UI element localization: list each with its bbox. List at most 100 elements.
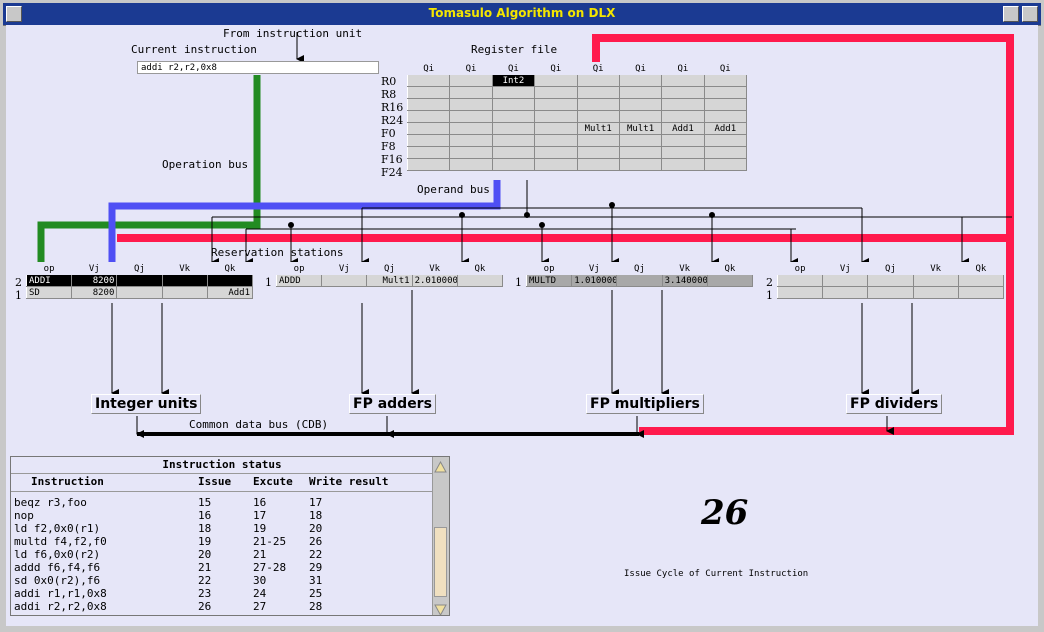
diagram-canvas: From instruction unit Current instructio…	[6, 25, 1038, 626]
register-cell	[618, 74, 663, 87]
functional-unit-label: Integer units	[91, 394, 202, 414]
status-cell: 18	[309, 509, 323, 522]
rs-header-cell: Vj	[321, 262, 368, 275]
maximize-button[interactable]	[1022, 6, 1038, 22]
rs-cell: 1.010000	[571, 274, 618, 287]
status-cell: 27-28	[253, 561, 287, 574]
register-header-qi: Qi	[449, 62, 493, 75]
register-cell	[703, 146, 748, 159]
register-row: Int2	[406, 74, 748, 87]
col-execute: Excute	[253, 475, 293, 488]
rs-cell	[456, 274, 504, 287]
title-bar[interactable]: Tomasulo Algorithm on DLX	[3, 3, 1041, 26]
rs-cell: 2.010000	[411, 274, 458, 287]
status-cell: addi r1,r1,0x8	[14, 587, 107, 600]
register-header-qi: Qi	[576, 62, 620, 75]
scroll-thumb[interactable]	[434, 527, 447, 597]
status-cell: 19	[198, 535, 212, 548]
register-cell	[406, 122, 451, 135]
rs-header-cell: Qk	[456, 262, 504, 275]
register-cell	[661, 146, 705, 159]
status-cell: 21	[198, 561, 212, 574]
register-cell	[491, 134, 536, 147]
rs-header-cell: op	[25, 262, 73, 275]
status-cell: 24	[253, 587, 267, 600]
register-cell	[534, 98, 578, 111]
minimize-button[interactable]	[1003, 6, 1019, 22]
register-cell	[534, 86, 578, 99]
rs-cell: SD	[25, 286, 73, 299]
rs-header-cell: Qk	[957, 262, 1005, 275]
rs-table: op Vj Qj Vk Qk ADDD Mult1 2.010000	[275, 262, 504, 287]
register-cell	[618, 134, 663, 147]
register-cell	[618, 110, 663, 123]
register-file-table: Qi Qi Qi Qi Qi Qi Qi Qi Int2 Mult1 Mult1 Add1 Add1	[406, 62, 748, 171]
register-cell	[661, 74, 705, 87]
functional-unit-label: FP dividers	[846, 394, 943, 414]
status-cell: 31	[309, 574, 323, 587]
instruction-status-row: addi r1,r1,0x8 23 24 25	[11, 587, 433, 600]
rs-cell	[116, 274, 163, 287]
status-cell: sd 0x0(r2),f6	[14, 574, 101, 587]
rs-index: 2	[15, 276, 22, 289]
register-cell	[406, 98, 451, 111]
rs-header-cell: op	[525, 262, 573, 275]
rs-cell	[776, 274, 824, 287]
register-header-qi: Qi	[406, 62, 451, 75]
register-name: R8	[381, 88, 397, 101]
rs-cell	[616, 274, 663, 287]
rs-cell	[957, 274, 1005, 287]
rs-index: 2	[766, 276, 773, 289]
instruction-status-panel: Instruction status Instruction Issue Exc…	[10, 456, 450, 616]
register-cell	[703, 134, 748, 147]
rs-header-cell: Qj	[616, 262, 663, 275]
register-cell	[449, 74, 493, 87]
status-cell: addi r2,r2,0x8	[14, 600, 107, 613]
register-cell	[576, 86, 620, 99]
rs-index: 1	[515, 276, 522, 289]
status-cell: 30	[253, 574, 267, 587]
rs-header-cell: Qj	[867, 262, 914, 275]
rs-cell	[867, 286, 914, 299]
rs-row: MULTD 1.010000 3.140000	[525, 274, 754, 287]
rs-row	[776, 286, 1005, 299]
status-cell: 17	[309, 496, 323, 509]
rs-cell: ADDD	[275, 274, 323, 287]
register-cell	[703, 110, 748, 123]
rs-table: op Vj Qj Vk Qk MULTD 1.010000 3.140000	[525, 262, 754, 287]
register-name: R24	[381, 114, 404, 127]
scroll-up-arrow[interactable]	[434, 458, 447, 473]
instruction-status-title: Instruction status	[11, 457, 433, 474]
register-cell	[534, 146, 578, 159]
register-cell	[576, 146, 620, 159]
register-cell	[406, 86, 451, 99]
register-cell	[534, 134, 578, 147]
register-row	[406, 134, 748, 147]
scroll-down-arrow[interactable]	[434, 601, 447, 615]
main-window: Tomasulo Algorithm on DLX From instructi…	[0, 0, 1044, 632]
register-header-qi: Qi	[661, 62, 705, 75]
register-cell	[661, 134, 705, 147]
register-cell	[449, 110, 493, 123]
register-cell	[618, 86, 663, 99]
rs-header-cell: Qj	[116, 262, 163, 275]
status-cell: 22	[198, 574, 212, 587]
current-instruction-label: Current instruction	[131, 43, 257, 56]
status-cell: 26	[309, 535, 323, 548]
rs-cell: Mult1	[366, 274, 413, 287]
register-row	[406, 110, 748, 123]
register-cell	[618, 98, 663, 111]
status-scrollbar[interactable]	[432, 457, 449, 615]
rs-header-cell: Vj	[822, 262, 869, 275]
register-row	[406, 158, 748, 171]
rs-cell: Add1	[206, 286, 254, 299]
rs-cell	[776, 286, 824, 299]
register-cell	[534, 110, 578, 123]
rs-header-cell: Qj	[366, 262, 413, 275]
rs-index: 1	[15, 289, 22, 302]
register-cell	[491, 158, 536, 171]
register-name: R0	[381, 75, 397, 88]
status-cell: 16	[198, 509, 212, 522]
register-cell	[661, 158, 705, 171]
rs-header-cell: Qk	[706, 262, 754, 275]
